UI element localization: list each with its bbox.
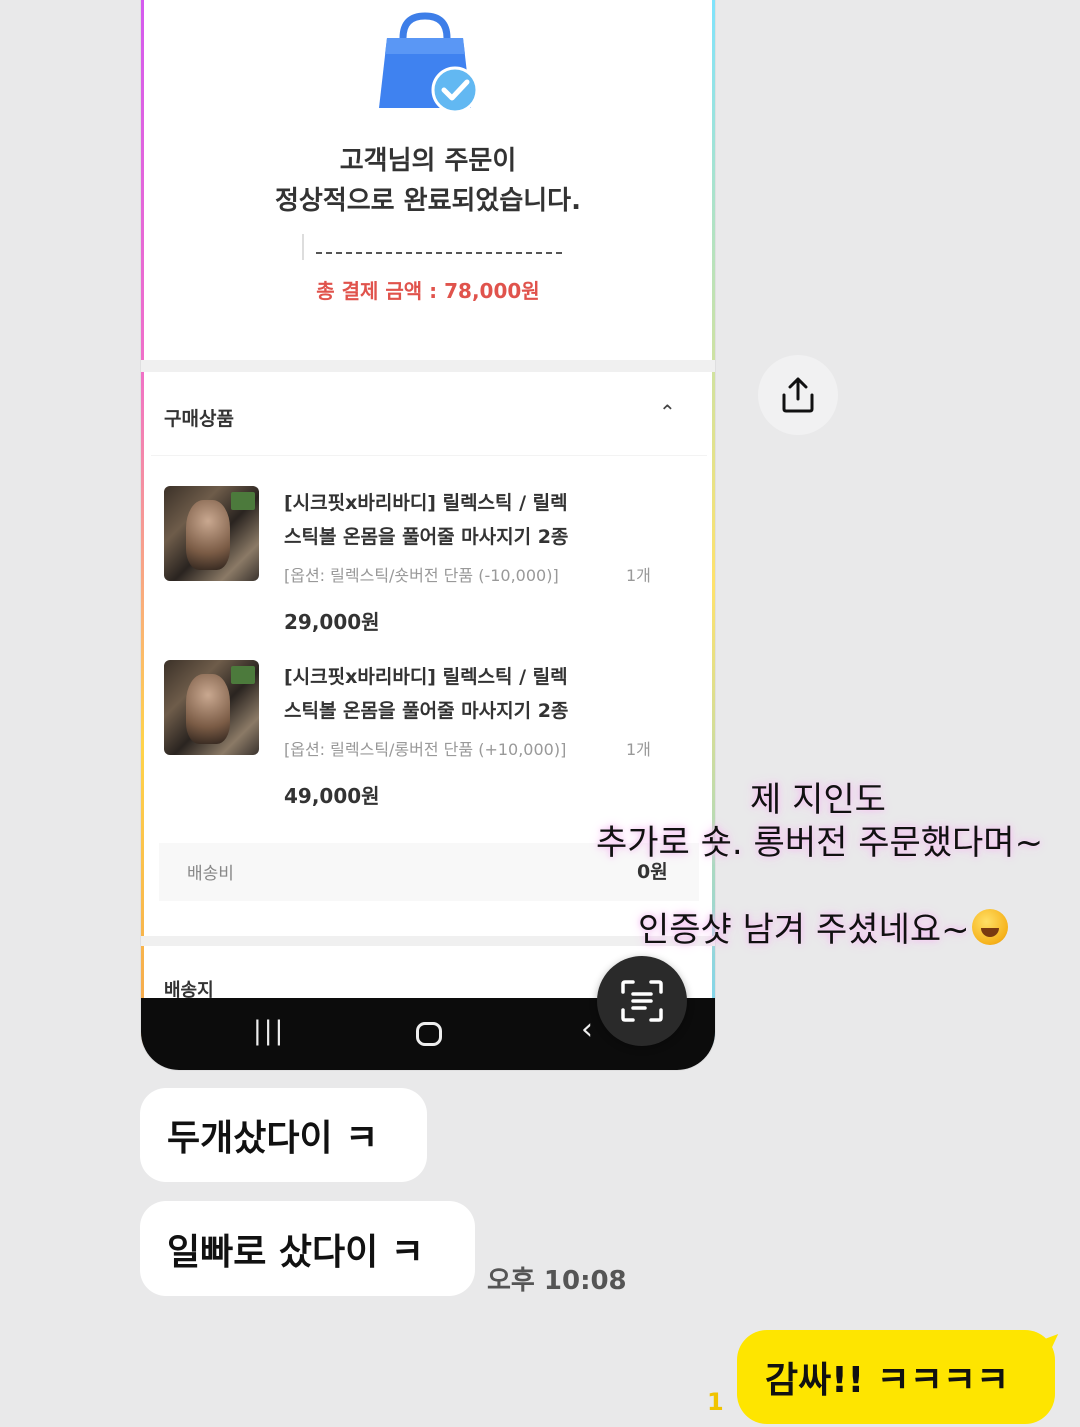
text-scan-icon — [621, 980, 663, 1022]
section-separator — [141, 936, 715, 946]
order-complete-title-line1: 고객님의 주문이 — [339, 146, 517, 176]
sent-message[interactable]: 감싸!! ㅋㅋㅋㅋ — [737, 1330, 1055, 1424]
product-thumbnail — [164, 660, 259, 755]
product-name-line2: 스틱볼 온몸을 풀어줄 마사지기 2종 — [284, 526, 569, 548]
text-scan-button[interactable] — [597, 956, 687, 1046]
chevron-up-icon[interactable]: ⌃ — [659, 400, 676, 424]
caption-line1: 제 지인도 — [750, 780, 886, 820]
home-icon[interactable] — [416, 1022, 442, 1046]
section-divider — [151, 455, 707, 456]
message-timestamp: 오후 10:08 — [487, 1266, 627, 1296]
product-thumbnail — [164, 486, 259, 581]
recents-icon[interactable]: ||| — [253, 1016, 285, 1046]
shipping-fee-label: 배송비 — [187, 864, 234, 884]
product-option: [옵션: 릴렉스틱/숏버전 단품 (-10,000)] — [284, 566, 559, 585]
total-payment: 총 결제 금액 : 78,000원 — [316, 279, 540, 303]
share-button[interactable] — [758, 355, 838, 435]
product-quantity: 1개 — [626, 740, 651, 759]
share-icon — [782, 377, 814, 413]
section-separator — [141, 360, 715, 372]
back-icon[interactable]: ‹ — [581, 1012, 593, 1047]
received-message[interactable]: 일빠로 샀다이 ㅋ — [140, 1201, 475, 1296]
product-price: 49,000원 — [284, 784, 380, 808]
product-name-line2: 스틱볼 온몸을 풀어줄 마사지기 2종 — [284, 700, 569, 722]
order-complete-title-line2: 정상적으로 완료되었습니다. — [275, 186, 581, 216]
product-price: 29,000원 — [284, 610, 380, 634]
caption-line2: 추가로 숏. 롱버전 주문했다며~ — [596, 823, 1044, 863]
dashed-divider — [316, 252, 562, 254]
product-quantity: 1개 — [626, 566, 651, 585]
product-name-line1: [시크핏x바리바디] 릴렉스틱 / 릴렉 — [284, 666, 568, 688]
purchased-section-title: 구매상품 — [164, 408, 234, 430]
divider-tick — [302, 234, 304, 260]
product-name-line1: [시크핏x바리바디] 릴렉스틱 / 릴렉 — [284, 492, 568, 514]
unread-count: 1 — [707, 1388, 724, 1416]
received-message[interactable]: 두개샀다이 ㅋ — [140, 1088, 427, 1182]
product-option: [옵션: 릴렉스틱/롱버전 단품 (+10,000)] — [284, 740, 567, 759]
order-complete-screenshot[interactable]: 고객님의 주문이 정상적으로 완료되었습니다. 총 결제 금액 : 78,000… — [141, 0, 715, 1070]
laughing-emoji-icon — [971, 909, 1008, 945]
shopping-bag-check-icon — [379, 12, 479, 114]
caption-line3: 인증샷 남겨 주셨네요~ — [638, 902, 1008, 951]
